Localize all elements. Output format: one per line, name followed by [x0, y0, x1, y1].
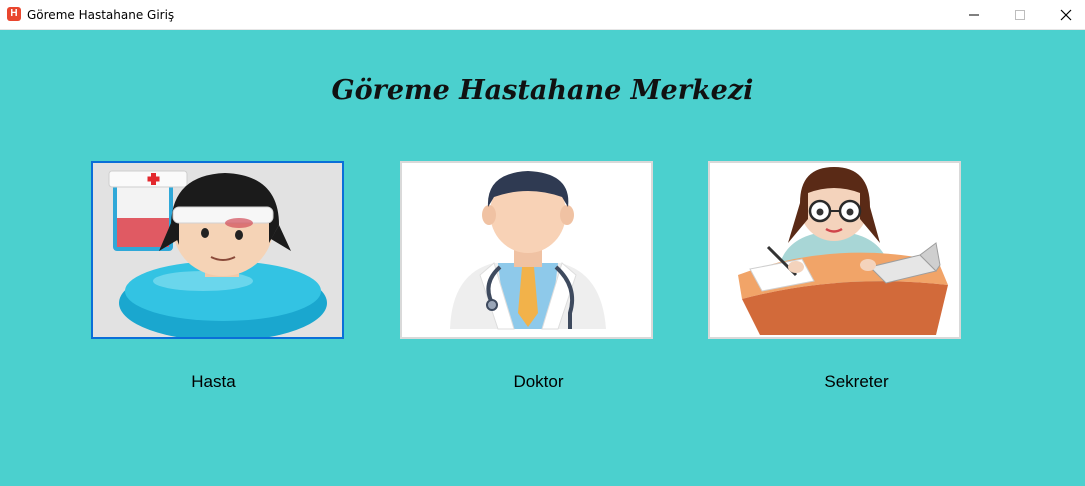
close-icon — [1060, 9, 1072, 21]
patient-icon — [93, 163, 342, 337]
minimize-button[interactable] — [951, 0, 997, 30]
doctor-icon — [402, 163, 651, 337]
secretary-icon — [710, 163, 959, 337]
maximize-button[interactable] — [997, 0, 1043, 30]
title-bar: H Göreme Hastahane Giriş — [0, 0, 1085, 30]
patient-label: Hasta — [191, 372, 236, 391]
page-title: Göreme Hastahane Merkezi — [331, 75, 754, 106]
app-icon: H — [7, 7, 21, 21]
secretary-button[interactable] — [708, 161, 961, 339]
doctor-button[interactable] — [400, 161, 653, 339]
minimize-icon — [969, 14, 979, 16]
main-panel: Göreme Hastahane Merkezi Hasta Doktor Se… — [0, 30, 1085, 486]
window-title: Göreme Hastahane Giriş — [27, 8, 175, 22]
patient-button[interactable] — [91, 161, 344, 339]
maximize-icon — [1015, 10, 1025, 20]
doctor-label: Doktor — [513, 372, 564, 391]
secretary-label: Sekreter — [824, 372, 889, 391]
close-button[interactable] — [1043, 0, 1085, 30]
